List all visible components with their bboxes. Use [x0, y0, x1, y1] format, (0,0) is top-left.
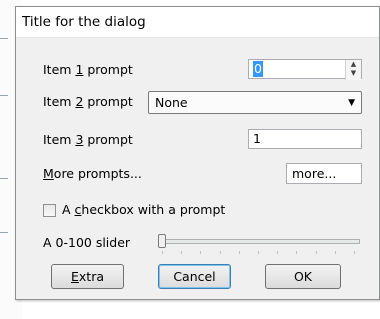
slider-tick	[258, 251, 259, 254]
item2-label: Item 2 prompt	[43, 94, 133, 109]
slider-tick	[181, 251, 183, 254]
spin-up-icon[interactable]: ▲	[346, 60, 361, 69]
dialog-title: Title for the dialog	[22, 14, 146, 30]
item1-value: 0	[253, 61, 263, 77]
prompt-checkbox[interactable]	[43, 204, 56, 217]
item2-selected: None	[155, 95, 188, 110]
slider-tick	[219, 251, 221, 254]
item1-spinner-input[interactable]: 0 ▲ ▼	[248, 59, 362, 80]
spin-down-icon[interactable]: ▼	[346, 69, 361, 78]
item1-label: Item 1 prompt	[43, 62, 133, 77]
item1-spin-buttons[interactable]: ▲ ▼	[345, 60, 361, 80]
slider[interactable]	[154, 233, 362, 257]
item3-input[interactable]: 1	[248, 129, 362, 149]
slider-tick	[334, 251, 336, 254]
title-bar: Title for the dialog	[16, 7, 379, 38]
slider-tick	[200, 251, 202, 254]
slider-tick	[238, 251, 240, 254]
more-button[interactable]: more...	[286, 163, 362, 184]
item3-label: Item 3 prompt	[43, 132, 133, 147]
cancel-button[interactable]: Cancel	[158, 264, 231, 289]
extra-button[interactable]: Extra	[51, 264, 124, 289]
item2-dropdown[interactable]: None ▼	[148, 91, 362, 114]
item3-value: 1	[253, 131, 261, 146]
slider-tick	[277, 251, 279, 254]
slider-tick	[162, 251, 163, 254]
checkbox-label[interactable]: A checkbox with a prompt	[62, 202, 225, 217]
slider-thumb[interactable]	[158, 234, 166, 248]
slider-tick	[354, 251, 355, 254]
slider-tick	[296, 251, 298, 254]
slider-track[interactable]	[158, 239, 360, 244]
dialog-window: Title for the dialog Item 1 prompt 0 ▲ ▼…	[15, 6, 380, 300]
slider-label: A 0-100 slider	[43, 235, 131, 250]
slider-tick	[315, 251, 317, 254]
more-prompts-label: More prompts...	[43, 166, 142, 181]
ok-button[interactable]: OK	[265, 264, 341, 289]
chevron-down-icon[interactable]: ▼	[348, 95, 355, 112]
